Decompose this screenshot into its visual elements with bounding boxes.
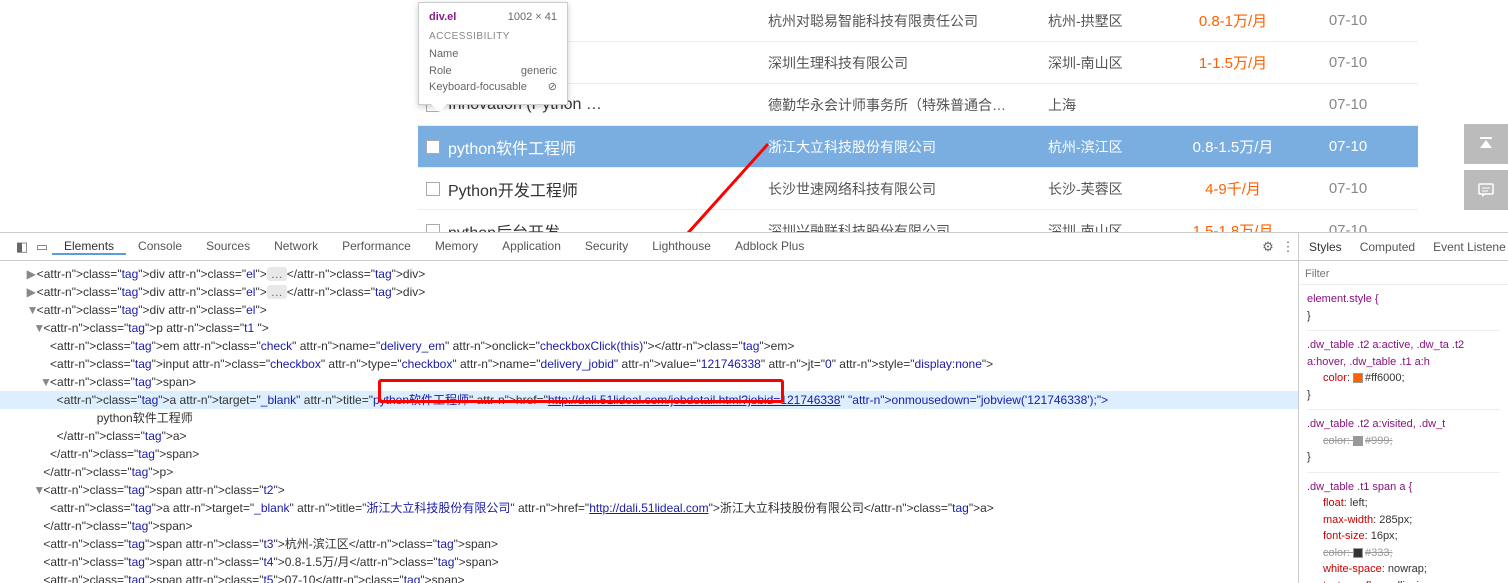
job-salary: 4-9千/月 — [1168, 178, 1298, 199]
styles-tabs: Styles Computed Event Listene — [1299, 233, 1508, 261]
job-row[interactable]: Innovation (Python …德勤华永会计师事务所（特殊普通合…上海0… — [418, 84, 1418, 126]
job-location: 杭州-拱墅区 — [1048, 11, 1168, 31]
tooltip-selector: div.el — [429, 11, 456, 23]
job-date: 07-10 — [1298, 222, 1398, 232]
dom-line[interactable]: <attr-n">class="tag">a attr-n">target="_… — [0, 391, 1298, 409]
dom-line[interactable]: </attr-n">class="tag">span> — [0, 445, 1298, 463]
dom-line[interactable]: ▶<attr-n">class="tag">div attr-n">class=… — [0, 265, 1298, 283]
styles-tab[interactable]: Styles — [1309, 240, 1342, 254]
devtools-tab[interactable]: Sources — [194, 239, 262, 253]
job-date: 07-10 — [1298, 96, 1398, 113]
dom-line[interactable]: </attr-n">class="tag">p> — [0, 463, 1298, 481]
devtools-tab[interactable]: Application — [490, 239, 573, 253]
job-company[interactable]: 深圳兴融联科技股份有限公司 — [768, 221, 1048, 233]
job-salary: 1-1.5万/月 — [1168, 52, 1298, 73]
side-buttons — [1464, 124, 1508, 216]
job-salary: 0.8-1万/月 — [1168, 10, 1298, 31]
dom-line[interactable]: <attr-n">class="tag">a attr-n">target="_… — [0, 499, 1298, 517]
no-icon: ⊘ — [548, 79, 557, 96]
checkbox[interactable] — [418, 140, 448, 154]
styles-filter[interactable] — [1305, 268, 1502, 280]
tooltip-dimensions: 1002 × 41 — [508, 11, 557, 23]
job-date: 07-10 — [1298, 12, 1398, 29]
job-location: 深圳-南山区 — [1048, 221, 1168, 233]
job-company[interactable]: 德勤华永会计师事务所（特殊普通合… — [768, 95, 1048, 115]
devtools-tab[interactable]: Memory — [423, 239, 490, 253]
dom-tree[interactable]: ▶<attr-n">class="tag">div attr-n">class=… — [0, 261, 1298, 583]
devtools-tabs: ◧ ▭ ElementsConsoleSourcesNetworkPerform… — [0, 233, 1298, 261]
scroll-top-button[interactable] — [1464, 124, 1508, 164]
job-title[interactable]: nython后台开发 — [448, 219, 768, 233]
dom-line[interactable]: ▶<attr-n">class="tag">div attr-n">class=… — [0, 283, 1298, 301]
devtools-tab[interactable]: Elements — [52, 239, 126, 255]
job-company[interactable]: 长沙世速网络科技有限公司 — [768, 179, 1048, 199]
job-company[interactable]: 杭州对聪易智能科技有限责任公司 — [768, 11, 1048, 31]
devtools-tab[interactable]: Performance — [330, 239, 423, 253]
dom-line[interactable]: <attr-n">class="tag">em attr-n">class="c… — [0, 337, 1298, 355]
job-location: 上海 — [1048, 95, 1168, 115]
styles-rules[interactable]: element.style {}.dw_table .t2 a:active, … — [1299, 285, 1508, 583]
styles-tab[interactable]: Computed — [1360, 240, 1415, 254]
dom-line[interactable]: ▼<attr-n">class="tag">span attr-n">class… — [0, 481, 1298, 499]
checkbox[interactable] — [418, 182, 448, 196]
dom-line[interactable]: ▼<attr-n">class="tag">div attr-n">class=… — [0, 301, 1298, 319]
job-row[interactable]: Python开发工程师长沙世速网络科技有限公司长沙-芙蓉区4-9千/月07-10 — [418, 168, 1418, 210]
styles-panel: Styles Computed Event Listene element.styl… — [1298, 233, 1508, 583]
checkbox[interactable] — [418, 224, 448, 233]
devtools-tab[interactable]: Adblock Plus — [723, 239, 816, 253]
tooltip-section: ACCESSIBILITY — [429, 31, 557, 42]
devtools-tab[interactable]: Security — [573, 239, 640, 253]
job-date: 07-10 — [1298, 138, 1398, 155]
device-icon[interactable]: ▭ — [32, 239, 52, 255]
job-row[interactable]: python软件工程师浙江大立科技股份有限公司杭州-滨江区0.8-1.5万/月0… — [418, 126, 1418, 168]
dom-line[interactable]: <attr-n">class="tag">input attr-n">class… — [0, 355, 1298, 373]
job-location: 深圳-南山区 — [1048, 53, 1168, 73]
dom-line[interactable]: </attr-n">class="tag">span> — [0, 517, 1298, 535]
dom-line[interactable]: <attr-n">class="tag">span attr-n">class=… — [0, 571, 1298, 583]
job-title[interactable]: python软件工程师 — [448, 135, 768, 159]
feedback-button[interactable] — [1464, 170, 1508, 210]
dom-line[interactable]: <attr-n">class="tag">span attr-n">class=… — [0, 535, 1298, 553]
devtools-panel: ◧ ▭ ElementsConsoleSourcesNetworkPerform… — [0, 232, 1508, 583]
dom-line[interactable]: ▼<attr-n">class="tag">span> — [0, 373, 1298, 391]
settings-icon[interactable]: ⚙ — [1258, 239, 1278, 255]
job-title[interactable]: Python开发工程师 — [448, 177, 768, 201]
devtools-tab[interactable]: Console — [126, 239, 194, 253]
job-salary: 0.8-1.5万/月 — [1168, 136, 1298, 157]
job-row[interactable]: 呈师杭州对聪易智能科技有限责任公司杭州-拱墅区0.8-1万/月07-10 — [418, 0, 1418, 42]
job-date: 07-10 — [1298, 180, 1398, 197]
styles-tab[interactable]: Event Listene — [1433, 240, 1506, 254]
job-date: 07-10 — [1298, 54, 1398, 71]
dom-line[interactable]: python软件工程师 — [0, 409, 1298, 427]
job-company[interactable]: 浙江大立科技股份有限公司 — [768, 137, 1048, 157]
job-row[interactable]: 呈师深圳生理科技有限公司深圳-南山区1-1.5万/月07-10 — [418, 42, 1418, 84]
devtools-tab[interactable]: Lighthouse — [640, 239, 723, 253]
job-location: 长沙-芙蓉区 — [1048, 179, 1168, 199]
job-location: 杭州-滨江区 — [1048, 137, 1168, 157]
inspect-tooltip: div.el 1002 × 41 ACCESSIBILITY Name Role… — [418, 2, 568, 105]
dom-line[interactable]: </attr-n">class="tag">a> — [0, 427, 1298, 445]
job-salary: 1.5-1.8万/月 — [1168, 220, 1298, 232]
job-company[interactable]: 深圳生理科技有限公司 — [768, 53, 1048, 73]
more-icon[interactable]: ⋮ — [1278, 239, 1298, 255]
dom-line[interactable]: <attr-n">class="tag">span attr-n">class=… — [0, 553, 1298, 571]
devtools-tab[interactable]: Network — [262, 239, 330, 253]
job-row[interactable]: nython后台开发深圳兴融联科技股份有限公司深圳-南山区1.5-1.8万/月0… — [418, 210, 1418, 232]
inspect-icon[interactable]: ◧ — [12, 239, 32, 255]
dom-line[interactable]: ▼<attr-n">class="tag">p attr-n">class="t… — [0, 319, 1298, 337]
job-list: 呈师杭州对聪易智能科技有限责任公司杭州-拱墅区0.8-1万/月07-10呈师深圳… — [418, 0, 1418, 232]
